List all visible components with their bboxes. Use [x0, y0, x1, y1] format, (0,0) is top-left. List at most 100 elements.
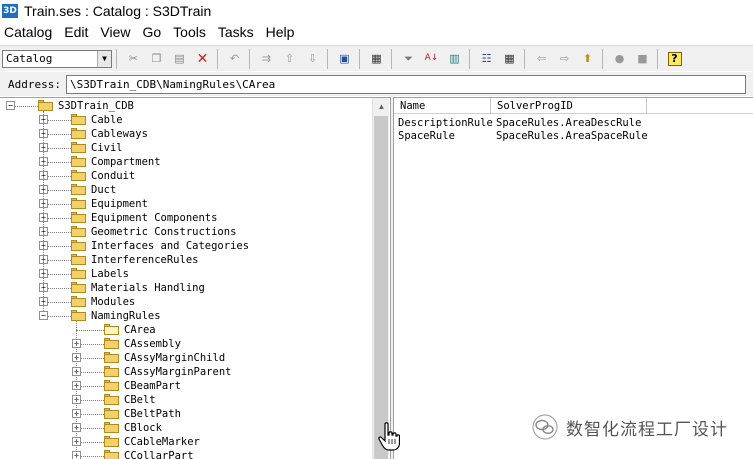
forward-icon: ⇨ [559, 52, 570, 65]
menu-view[interactable]: View [94, 22, 136, 42]
tree-item-selected[interactable]: CArea [0, 323, 372, 337]
insert-row-button[interactable]: ⇉ [256, 49, 277, 69]
tree-item[interactable]: + CBelt [0, 393, 372, 407]
folder-body [71, 214, 86, 223]
tree-item[interactable]: + Compartment [0, 155, 372, 169]
grid-view-button[interactable]: ▦ [499, 49, 520, 69]
toolbar-separator [469, 48, 470, 69]
tree-item[interactable]: + CBeamPart [0, 379, 372, 393]
tree-item[interactable]: + Equipment Components [0, 211, 372, 225]
folder-body [71, 242, 86, 251]
chevron-down-icon[interactable]: ▼ [97, 50, 111, 67]
move-up-icon: ⇧ [284, 52, 295, 65]
refresh-all-button[interactable]: ■ [632, 49, 653, 69]
folder-icon [104, 422, 119, 433]
tree-item-label: CBelt [124, 394, 156, 406]
tree-item-label: Cableways [91, 128, 148, 140]
menu-tasks[interactable]: Tasks [212, 22, 260, 42]
tree-item[interactable]: + Equipment [0, 197, 372, 211]
tree-item[interactable]: + Labels [0, 267, 372, 281]
tree-item[interactable]: + Conduit [0, 169, 372, 183]
scroll-up-icon[interactable]: ▲ [373, 98, 390, 115]
tree-item-label: NamingRules [91, 310, 161, 322]
cut-button[interactable]: ✂ [123, 49, 144, 69]
toolbar-separator [217, 48, 218, 69]
tree-item[interactable]: + CBeltPath [0, 407, 372, 421]
menu-help[interactable]: Help [260, 22, 301, 42]
list-row[interactable]: DescriptionRule SpaceRules.AreaDescRule [394, 117, 651, 130]
task-combo-value: Catalog [6, 52, 53, 65]
tree-item[interactable]: + CCableMarker [0, 435, 372, 449]
folder-body [71, 228, 86, 237]
tree-item[interactable]: + CCollarPart [0, 449, 372, 459]
tree-item[interactable]: + Duct [0, 183, 372, 197]
help-button[interactable]: ? [664, 49, 685, 69]
tree-item[interactable]: + Interfaces and Categories [0, 239, 372, 253]
tree-connector [48, 288, 71, 289]
tree-item[interactable]: + Modules [0, 295, 372, 309]
undo-button[interactable]: ↶ [224, 49, 245, 69]
tree-item[interactable]: + Cable [0, 113, 372, 127]
properties-button[interactable]: ▣ [334, 49, 355, 69]
menu-edit[interactable]: Edit [58, 22, 94, 42]
tree-vertical-scrollbar[interactable]: ▲ [372, 98, 389, 459]
folder-icon [71, 128, 86, 139]
refresh-all-icon: ■ [637, 52, 648, 65]
menu-catalog[interactable]: Catalog [0, 22, 58, 42]
copy-button[interactable]: ❐ [146, 49, 167, 69]
sort-button[interactable]: A↓ [421, 49, 442, 69]
tree-item[interactable]: + Materials Handling [0, 281, 372, 295]
address-input[interactable]: \S3DTrain_CDB\NamingRules\CArea [66, 74, 746, 94]
tree-item[interactable]: + Geometric Constructions [0, 225, 372, 239]
column-header-name[interactable]: Name [394, 98, 491, 114]
paste-button[interactable]: ▤ [169, 49, 190, 69]
collapse-icon[interactable]: − [6, 101, 15, 110]
address-label: Address: [8, 77, 61, 91]
menu-go[interactable]: Go [136, 22, 167, 42]
forward-button[interactable]: ⇨ [554, 49, 575, 69]
folder-body [71, 172, 86, 181]
tree-item[interactable]: + Cableways [0, 127, 372, 141]
scrollbar-thumb[interactable] [374, 116, 388, 459]
tree-item[interactable]: + CAssyMarginChild [0, 351, 372, 365]
tree-connector [48, 120, 71, 121]
folder-icon [38, 100, 53, 111]
tree-item[interactable]: + CBlock [0, 421, 372, 435]
task-combo[interactable]: Catalog ▼ [2, 49, 112, 68]
tab-button[interactable]: ▦ [366, 49, 387, 69]
folder-body [104, 438, 119, 447]
folder-body [71, 312, 86, 321]
menu-tools[interactable]: Tools [167, 22, 212, 42]
folder-body [104, 340, 119, 349]
tree-item-label: Materials Handling [91, 282, 205, 294]
column-header-solverprogid[interactable]: SolverProgID [491, 98, 647, 114]
tree-item[interactable]: + CAssyMarginParent [0, 365, 372, 379]
paste-icon: ▤ [174, 52, 185, 65]
tree-item[interactable]: + Civil [0, 141, 372, 155]
list-view-button[interactable]: ☷ [476, 49, 497, 69]
tree-item-label: Cable [91, 114, 123, 126]
folder-icon [71, 198, 86, 209]
tree-item-root[interactable]: − S3DTrain_CDB [0, 99, 372, 113]
tree-item-label: InterferenceRules [91, 254, 199, 266]
toolbar-separator [249, 48, 250, 69]
move-down-button[interactable]: ⇩ [302, 49, 323, 69]
delete-button[interactable]: ✕ [192, 49, 213, 69]
collapse-icon[interactable]: − [39, 311, 48, 320]
folder-icon [71, 226, 86, 237]
tree-item[interactable]: + CAssembly [0, 337, 372, 351]
filter-button[interactable]: ⏷ [398, 49, 419, 69]
move-up-button[interactable]: ⇧ [279, 49, 300, 69]
refresh-button[interactable]: ● [609, 49, 630, 69]
tree-item[interactable]: − NamingRules [0, 309, 372, 323]
back-button[interactable]: ⇦ [531, 49, 552, 69]
folder-body [71, 256, 86, 265]
list-row[interactable]: SpaceRule SpaceRules.AreaSpaceRule [394, 130, 651, 143]
check-data-button[interactable]: ▥ [444, 49, 465, 69]
open-folder-icon [104, 324, 119, 335]
list-cell-name: DescriptionRule [398, 117, 493, 129]
tree-item[interactable]: + InterferenceRules [0, 253, 372, 267]
app-icon: 3D [2, 4, 18, 18]
up-folder-button[interactable]: ⬆ [577, 49, 598, 69]
folder-icon [71, 142, 86, 153]
